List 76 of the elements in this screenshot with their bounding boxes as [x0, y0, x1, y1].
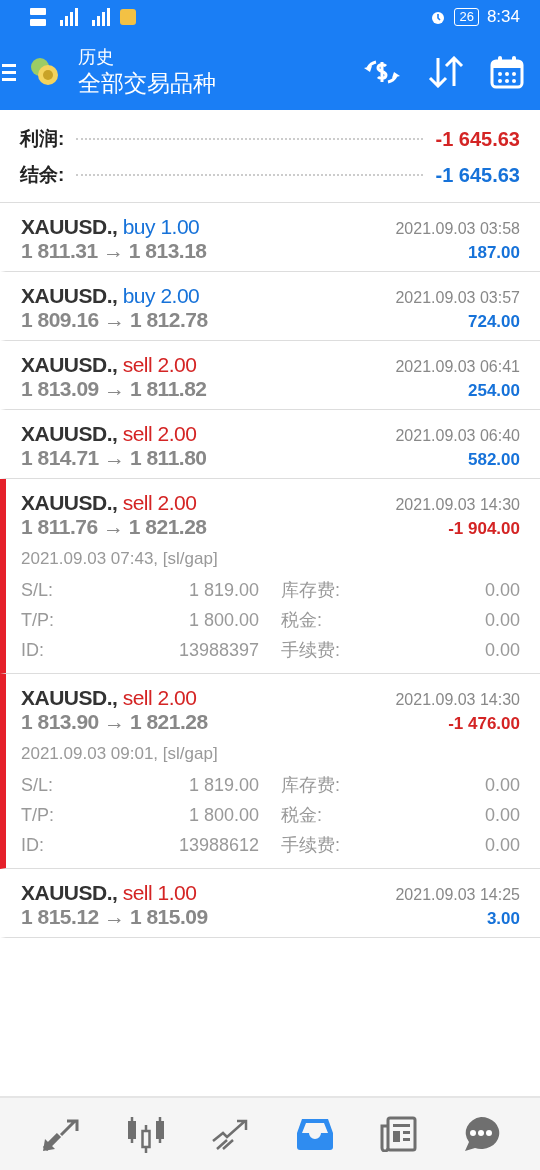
detail-value: 0.00 — [483, 804, 520, 827]
battery-level: 26 — [454, 8, 479, 26]
symbol-filter[interactable]: 全部交易品种 — [78, 68, 336, 98]
deal-prices: 1 815.12 → 1 815.09 — [21, 905, 208, 929]
detail-value: 13988397 — [177, 639, 259, 662]
detail-value: 0.00 — [483, 834, 520, 857]
summary-value: -1 645.63 — [435, 163, 520, 187]
deal-time: 2021.09.03 14:30 — [395, 496, 520, 514]
detail-label: 手续费: — [280, 639, 341, 662]
newspaper-icon[interactable] — [378, 1116, 417, 1152]
detail-label: 手续费: — [280, 834, 341, 857]
deal-symbol: XAUUSD., sell 1.00 — [21, 881, 197, 905]
detail-value: 0.00 — [483, 774, 520, 797]
clock-time: 8:34 — [486, 7, 520, 27]
sort-icon[interactable] — [428, 56, 464, 88]
detail-label: ID: — [21, 639, 45, 662]
detail-value: 1 800.00 — [187, 804, 259, 827]
detail-value: 1 819.00 — [187, 774, 259, 797]
menu-icon[interactable] — [2, 62, 16, 82]
double-arrow-icon[interactable] — [40, 1117, 81, 1151]
deal-prices: 1 811.76 → 1 821.28 — [21, 515, 207, 539]
deal-profit: 724.00 — [468, 312, 520, 332]
summary-label: 利润: — [20, 127, 65, 151]
deal-symbol: XAUUSD., sell 2.00 — [21, 353, 197, 377]
detail-label: 库存费: — [280, 579, 341, 602]
deal-time: 2021.09.03 06:40 — [395, 427, 520, 445]
deal-row[interactable]: XAUUSD., buy 2.00 2021.09.03 03:57 1 809.16 → 1 812.78 724.00 — [0, 272, 540, 341]
detail-label: T/P: — [21, 609, 55, 632]
deal-row[interactable]: XAUUSD., sell 2.00 2021.09.03 06:40 1 814.71 → 1 811.80 582.00 — [0, 410, 540, 479]
detail-label: T/P: — [21, 804, 55, 827]
candlestick-icon[interactable] — [125, 1115, 166, 1153]
deal-symbol: XAUUSD., buy 1.00 — [21, 215, 200, 239]
deal-profit: 254.00 — [468, 381, 520, 401]
detail-value: 0.00 — [483, 639, 520, 662]
detail-label: ID: — [21, 834, 45, 857]
deal-time: 2021.09.03 14:25 — [395, 886, 520, 904]
deal-row[interactable]: XAUUSD., sell 2.00 2021.09.03 06:41 1 813.09 → 1 811.82 254.00 — [0, 341, 540, 410]
deal-prices: 1 809.16 → 1 812.78 — [21, 308, 208, 332]
deal-prices: 1 811.31 → 1 813.18 — [21, 239, 207, 263]
detail-value: 1 800.00 — [187, 609, 259, 632]
detail-label: S/L: — [21, 579, 55, 602]
inbox-icon[interactable] — [295, 1117, 334, 1151]
deal-profit: -1 904.00 — [448, 519, 520, 539]
deal-prices: 1 814.71 → 1 811.80 — [21, 446, 207, 470]
detail-label: 税金: — [280, 609, 323, 632]
deal-prices: 1 813.90 → 1 821.28 — [21, 710, 208, 734]
deal-symbol: XAUUSD., sell 2.00 — [21, 422, 197, 446]
detail-label: S/L: — [21, 774, 55, 797]
deal-time: 2021.09.03 14:30 — [395, 691, 520, 709]
deal-profit: -1 476.00 — [448, 714, 520, 734]
deal-profit: 3.00 — [486, 909, 520, 929]
deal-row[interactable]: XAUUSD., sell 2.00 2021.09.03 14:30 1 811.76 → 1 821.28 -1 904.00 2021.09.03 07:43, [sl/gap] S/L: 1 819.00 库存费: 0.00 T/P: 1 800.00 税金: 0.00 ID: 13988397 手续费: 0.00 — [0, 479, 540, 674]
deal-time: 2021.09.03 06:41 — [395, 358, 520, 376]
deal-prices: 1 813.09 → 1 811.82 — [21, 377, 207, 401]
deal-row[interactable]: XAUUSD., sell 1.00 2021.09.03 14:25 1 815.12 → 1 815.09 3.00 — [0, 869, 540, 938]
summary-label: 结余: — [20, 163, 65, 187]
deal-profit: 187.00 — [468, 243, 520, 263]
open-info: 2021.09.03 07:43, [sl/gap] — [21, 549, 219, 569]
deal-symbol: XAUUSD., sell 2.00 — [21, 491, 197, 515]
open-info: 2021.09.03 09:01, [sl/gap] — [21, 744, 219, 764]
deal-time: 2021.09.03 03:58 — [395, 220, 520, 238]
detail-value: 0.00 — [483, 609, 520, 632]
deal-profit: 582.00 — [468, 450, 520, 470]
deal-symbol: XAUUSD., buy 2.00 — [21, 284, 200, 308]
detail-value: 13988612 — [177, 834, 259, 857]
detail-label: 税金: — [280, 804, 323, 827]
detail-value: 0.00 — [483, 579, 520, 602]
deal-row[interactable]: XAUUSD., sell 2.00 2021.09.03 14:30 1 813.90 → 1 821.28 -1 476.00 2021.09.03 09:01, [sl/gap] S/L: 1 819.00 库存费: 0.00 T/P: 1 800.00 税金: 0.00 ID: 13988612 手续费: 0.00 — [0, 674, 540, 869]
detail-label: 库存费: — [280, 774, 341, 797]
summary-value: -1 645.63 — [435, 127, 520, 151]
deal-symbol: XAUUSD., sell 2.00 — [21, 686, 197, 710]
deal-time: 2021.09.03 03:57 — [395, 289, 520, 307]
detail-value: 1 819.00 — [187, 579, 259, 602]
screen-title: 历史 — [78, 46, 115, 68]
calendar-icon[interactable] — [490, 55, 524, 89]
deal-row[interactable]: XAUUSD., buy 1.00 2021.09.03 03:58 1 811.31 → 1 813.18 187.00 — [0, 203, 540, 272]
